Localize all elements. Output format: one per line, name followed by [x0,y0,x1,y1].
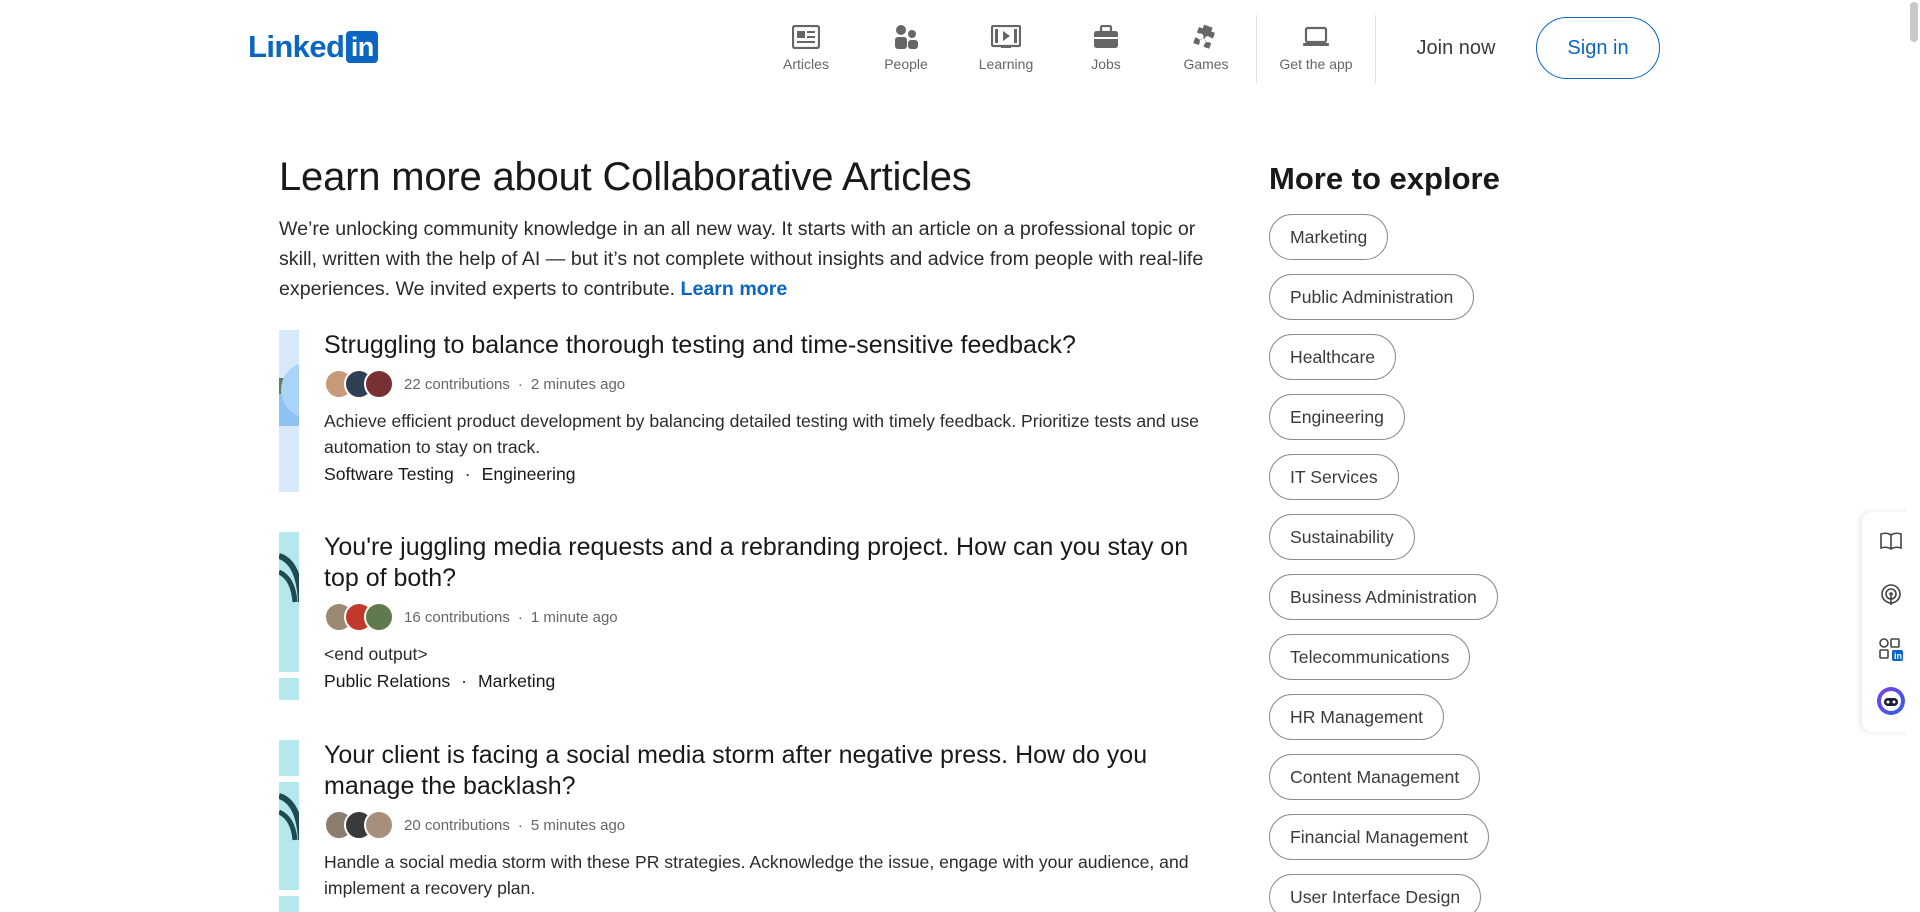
podcast-icon[interactable] [1876,580,1906,610]
tag-separator: · [464,464,471,484]
topic-pill[interactable]: Business Administration [1269,574,1498,620]
avatar [364,369,394,399]
page-scrollbar[interactable] [1906,0,1920,912]
article-timestamp: 1 minute ago [530,608,618,626]
topic-pill[interactable]: Financial Management [1269,814,1489,860]
sign-in-button[interactable]: Sign in [1536,17,1660,79]
article-thumbnail [279,740,299,912]
topic-pill[interactable]: Marketing [1269,214,1389,260]
contributor-avatars [324,369,394,399]
logo-in-box: in [346,31,379,63]
nav-learning[interactable]: Learning [956,18,1056,80]
contributor-avatars [324,602,394,632]
more-to-explore: More to explore Marketing Public Adminis… [1269,158,1569,912]
article-summary: Achieve efficient product development by… [324,411,1199,457]
contributions-count: 16 contributions [404,608,510,626]
nav-divider [1375,15,1376,83]
article-summary: Handle a social media storm with these P… [324,852,1189,898]
article-tags: Public Relations · Marketing [324,668,1204,694]
topic-pill[interactable]: Public Administration [1269,274,1475,320]
contributions-count: 22 contributions [404,375,510,393]
svg-text:in: in [1894,651,1902,661]
article-tag[interactable]: Software Testing [324,461,454,487]
contributor-avatars [324,810,394,840]
nav-games-label: Games [1183,56,1229,72]
article-meta: 20 contributions · 5 minutes ago [324,809,1204,841]
topic-pill[interactable]: User Interface Design [1269,874,1482,912]
article-timestamp: 5 minutes ago [530,816,626,834]
nav-articles-label: Articles [783,56,829,72]
article-title[interactable]: Your client is facing a social media sto… [324,740,1204,802]
contributions-count: 20 contributions [404,816,510,834]
articles-icon [791,22,821,52]
article-tag[interactable]: Marketing [478,668,555,694]
meta-separator: · [517,608,523,626]
nav-get-the-app-label: Get the app [1279,56,1353,72]
nav-games[interactable]: Games [1156,18,1256,80]
article-thumbnail [279,330,299,492]
join-now-button[interactable]: Join now [1396,17,1516,79]
scrollbar-thumb[interactable] [1910,2,1918,42]
explore-title: More to explore [1269,161,1500,196]
nav-learning-label: Learning [978,56,1034,72]
article-title[interactable]: Struggling to balance thorough testing a… [324,330,1204,361]
intro-text: We’re unlocking community knowledge in a… [279,214,1204,304]
copilot-icon[interactable] [1876,686,1906,716]
meta-separator: · [517,816,523,834]
book-icon[interactable] [1876,526,1906,556]
nav-jobs-label: Jobs [1091,56,1121,72]
topic-pill[interactable]: IT Services [1269,454,1399,500]
nav-get-the-app[interactable]: Get the app [1257,18,1375,80]
article-tag[interactable]: Engineering [482,461,576,487]
topic-list: Marketing Public Administration Healthca… [1269,214,1569,912]
topic-pill[interactable]: Engineering [1269,394,1405,440]
tag-separator: · [461,671,468,691]
article-thumbnail [279,532,299,700]
meta-separator: · [517,375,523,393]
topic-pill[interactable]: HR Management [1269,694,1444,740]
main-content: Learn more about Collaborative Articles … [279,150,1204,304]
laptop-icon [1301,22,1331,52]
nav-articles[interactable]: Articles [756,18,856,80]
avatar [364,810,394,840]
article-body: Your client is facing a social media sto… [324,740,1204,901]
logo-wordmark: Linked [248,29,345,64]
article-body: Struggling to balance thorough testing a… [324,330,1204,487]
linkedin-logo[interactable]: Linked in [248,29,379,64]
nav-people-label: People [884,56,928,72]
article-tag[interactable]: Public Relations [324,668,450,694]
article-card: Your client is facing a social media sto… [279,740,1204,912]
article-body: You're juggling media requests and a reb… [324,532,1204,694]
nav-jobs[interactable]: Jobs [1056,18,1156,80]
avatar [364,602,394,632]
topic-pill[interactable]: Healthcare [1269,334,1397,380]
top-nav: Articles People Learning Jobs Games Get … [756,15,1376,83]
topic-pill[interactable]: Telecommunications [1269,634,1471,680]
article-title[interactable]: You're juggling media requests and a reb… [324,532,1204,594]
article-meta: 22 contributions · 2 minutes ago [324,368,1204,400]
linkedin-apps-icon[interactable]: in [1876,634,1906,664]
article-card: Struggling to balance thorough testing a… [279,330,1204,492]
jobs-icon [1091,22,1121,52]
page-title: Learn more about Collaborative Articles [279,155,972,199]
article-timestamp: 2 minutes ago [530,375,626,393]
learn-more-link[interactable]: Learn more [681,278,788,300]
games-icon [1191,22,1221,52]
nav-people[interactable]: People [856,18,956,80]
topic-pill[interactable]: Sustainability [1269,514,1415,560]
article-tags: Software Testing · Engineering [324,461,1204,487]
topic-pill[interactable]: Content Management [1269,754,1481,800]
article-summary: <end output> [324,644,428,664]
article-card: You're juggling media requests and a reb… [279,532,1204,700]
people-icon [891,22,921,52]
learning-icon [991,22,1021,52]
top-header: Linked in Articles People Learning Jobs … [0,0,1920,98]
article-meta: 16 contributions · 1 minute ago [324,601,1204,633]
